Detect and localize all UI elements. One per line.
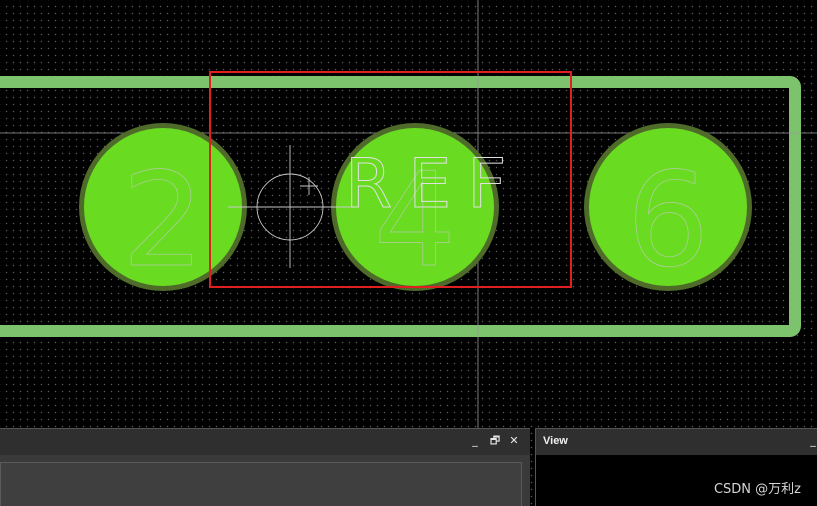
minimize-icon[interactable]: _ — [806, 434, 817, 448]
bottom-panel-titlebar: _ 🗗 ✕ — [0, 429, 530, 455]
pad-1[interactable]: 2 — [79, 123, 247, 296]
pad-label: 6 — [627, 144, 710, 296]
bottom-panel-content[interactable] — [0, 462, 522, 506]
minimize-icon[interactable]: _ — [468, 434, 482, 448]
bottom-panel: _ 🗗 ✕ — [0, 428, 530, 506]
close-icon[interactable]: ✕ — [507, 434, 521, 448]
view-panel-title: View — [543, 435, 568, 447]
restore-icon[interactable]: 🗗 — [488, 434, 502, 448]
watermark: CSDN @万利z — [713, 482, 801, 497]
designator-text[interactable]: REF — [345, 145, 522, 225]
pad-3[interactable]: 6 — [584, 123, 752, 296]
view-panel-titlebar: View _ — [536, 428, 817, 455]
pcb-canvas[interactable]: 2 4 6 REF _ 🗗 ✕ View _ CSDN @万利z — [0, 0, 817, 506]
pad-label: 2 — [122, 144, 205, 296]
